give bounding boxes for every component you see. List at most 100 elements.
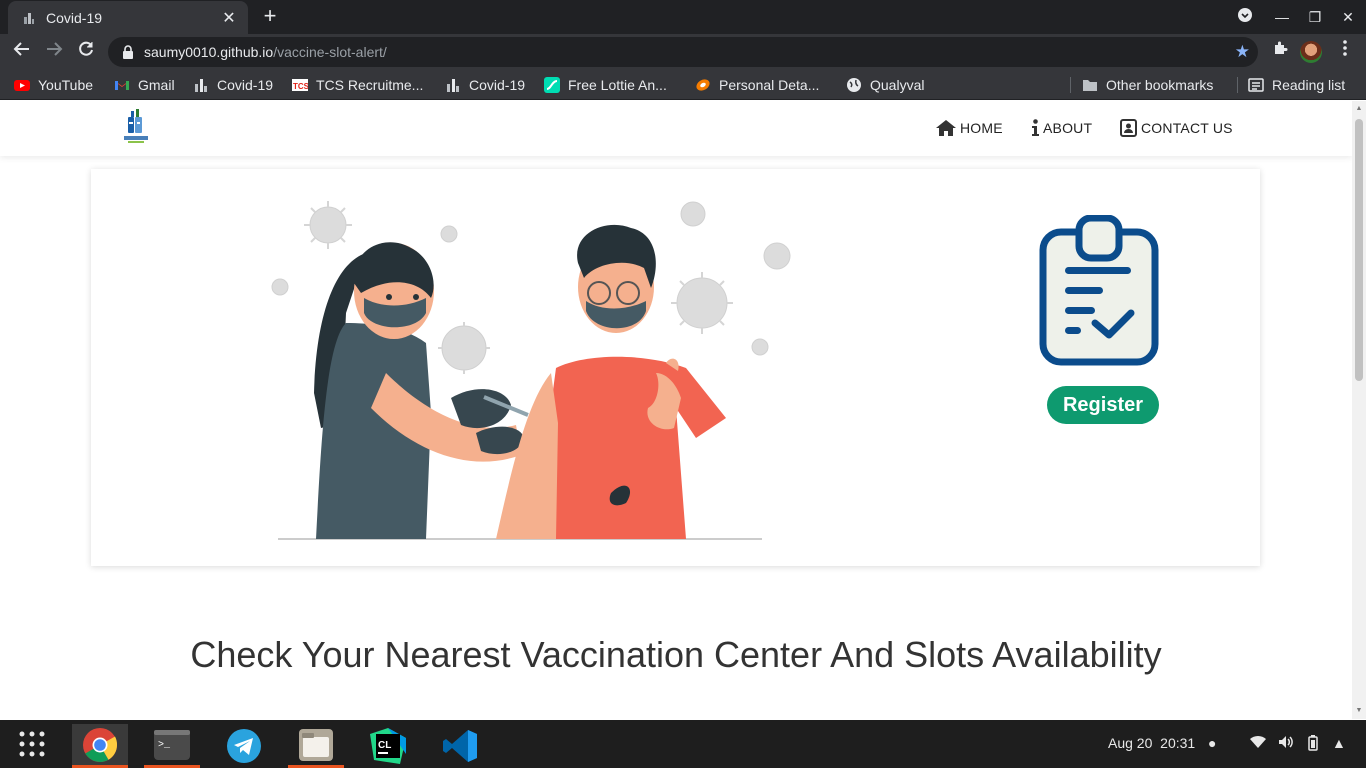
taskbar-telegram[interactable]: [216, 724, 272, 768]
taskbar-files[interactable]: [288, 724, 344, 768]
globe-icon: [847, 78, 861, 92]
bookmark-covid-1[interactable]: Covid-19: [193, 76, 273, 94]
bookmark-qualyval[interactable]: Qualyval: [846, 76, 924, 94]
svg-text:>_: >_: [158, 740, 171, 751]
chrome-icon: [83, 727, 118, 762]
bookmark-gmail[interactable]: Gmail: [114, 76, 175, 94]
scroll-thumb[interactable]: [1355, 119, 1363, 381]
bookmark-covid-2[interactable]: Covid-19: [445, 76, 525, 94]
bookmark-personal[interactable]: Personal Deta...: [695, 76, 819, 94]
hero-card: Register: [91, 169, 1260, 566]
nav-home-label: HOME: [960, 120, 1003, 136]
nav-contact-label: CONTACT US: [1141, 120, 1233, 136]
covid-favicon-icon: [24, 12, 34, 24]
clock-time: 20:31: [1160, 735, 1196, 751]
home-icon: [936, 120, 956, 136]
gmail-icon: [115, 81, 129, 90]
other-bookmarks-label: Other bookmarks: [1106, 77, 1214, 93]
tab-search-icon[interactable]: [1234, 6, 1256, 28]
nav-contact[interactable]: CONTACT US: [1120, 119, 1233, 137]
bookmark-label: Covid-19: [217, 77, 274, 93]
browser-tabstrip: Covid-19 ✕ + — ❐ ✕: [0, 0, 1366, 34]
bookmark-label: Gmail: [138, 77, 175, 93]
bookmarks-bar: YouTube Gmail Covid-19 TCS TCS Recruitme…: [0, 70, 1366, 100]
bookmark-label: TCS Recruitme...: [316, 77, 424, 93]
tab-title: Covid-19: [46, 9, 103, 26]
lottie-icon: [544, 77, 560, 93]
notification-dot-icon[interactable]: ●: [1208, 735, 1216, 751]
battery-icon[interactable]: [1308, 735, 1318, 754]
maximize-button[interactable]: ❐: [1304, 6, 1326, 28]
browser-toolbar: saumy0010.github.io/vaccine-slot-alert/ …: [0, 34, 1366, 70]
svg-text:CL: CL: [378, 740, 391, 751]
bookmark-label: Qualyval: [870, 77, 925, 93]
taskbar-clion[interactable]: CL: [360, 724, 416, 768]
bookmark-label: YouTube: [38, 77, 94, 93]
reload-icon[interactable]: [74, 40, 98, 64]
clock-date: Aug 20: [1108, 735, 1153, 751]
bookmark-lottie[interactable]: Free Lottie An...: [544, 76, 667, 94]
clipboard-check-icon: [1039, 215, 1159, 366]
folder-icon: [1083, 80, 1097, 91]
bookmark-star-icon[interactable]: ★: [1235, 42, 1250, 62]
personal-icon: [696, 79, 710, 91]
scroll-up-arrow-icon[interactable]: ▲: [1355, 105, 1363, 113]
reading-list-icon: [1248, 78, 1264, 92]
other-bookmarks[interactable]: Other bookmarks: [1082, 76, 1213, 94]
youtube-icon: [14, 80, 30, 91]
new-tab-button[interactable]: +: [258, 5, 282, 29]
taskbar-clock[interactable]: Aug 20 20:31: [1108, 735, 1195, 751]
terminal-icon: >_: [154, 729, 190, 760]
extensions-icon[interactable]: [1268, 40, 1292, 64]
nav-about-label: ABOUT: [1043, 120, 1093, 136]
reading-list-label: Reading list: [1272, 77, 1346, 93]
site-navbar: HOME ABOUT CONTACT US: [0, 101, 1352, 156]
bookmarks-separator: [1070, 77, 1071, 93]
taskbar-chrome[interactable]: [72, 724, 128, 768]
bookmark-label: Personal Deta...: [719, 77, 820, 93]
address-bar[interactable]: saumy0010.github.io/vaccine-slot-alert/ …: [108, 37, 1258, 67]
web-page: HOME ABOUT CONTACT US Register Check You…: [0, 101, 1352, 719]
system-menu-arrow-icon[interactable]: ▲: [1332, 735, 1346, 751]
back-arrow-icon[interactable]: [10, 40, 34, 64]
wifi-icon[interactable]: [1250, 735, 1266, 752]
tab-close-icon[interactable]: ✕: [220, 8, 238, 28]
vscode-icon: [443, 730, 477, 762]
reading-list[interactable]: Reading list: [1248, 76, 1345, 94]
lock-icon: [123, 45, 133, 59]
chrome-menu-icon[interactable]: [1333, 40, 1357, 64]
os-taskbar: >_ CL Aug 20 20:31 ● ▲: [0, 720, 1366, 768]
svg-text:TCS: TCS: [293, 82, 308, 91]
register-button[interactable]: Register: [1047, 386, 1159, 424]
info-icon: [1032, 119, 1039, 136]
nav-about[interactable]: ABOUT: [1031, 119, 1092, 137]
bookmarks-separator: [1237, 77, 1238, 93]
volume-icon[interactable]: [1278, 735, 1294, 752]
covid-icon: [447, 79, 459, 92]
site-logo[interactable]: [122, 109, 150, 145]
bookmark-tcs[interactable]: TCS TCS Recruitme...: [292, 76, 423, 94]
minimize-button[interactable]: —: [1271, 6, 1293, 28]
contact-icon: [1120, 119, 1137, 137]
files-icon: [299, 728, 333, 761]
page-heading: Check Your Nearest Vaccination Center An…: [190, 634, 1162, 675]
covid-icon: [195, 79, 207, 92]
profile-avatar[interactable]: [1300, 41, 1322, 63]
bookmark-label: Covid-19: [469, 77, 526, 93]
url-path: /vaccine-slot-alert/: [273, 44, 387, 60]
tcs-icon: TCS: [292, 79, 308, 91]
page-scrollbar[interactable]: ▲ ▼: [1352, 101, 1366, 719]
forward-arrow-icon[interactable]: [42, 40, 66, 64]
vaccination-illustration: [271, 201, 791, 540]
scroll-down-arrow-icon[interactable]: ▼: [1355, 707, 1363, 715]
url-host: saumy0010.github.io: [144, 44, 274, 60]
taskbar-vscode[interactable]: [432, 724, 488, 768]
taskbar-terminal[interactable]: >_: [144, 724, 200, 768]
clion-icon: CL: [370, 728, 406, 764]
window-close-button[interactable]: ✕: [1337, 6, 1359, 28]
nav-home[interactable]: HOME: [935, 119, 1003, 137]
browser-tab[interactable]: Covid-19 ✕: [8, 1, 248, 34]
app-grid-icon[interactable]: [18, 730, 46, 758]
bookmark-label: Free Lottie An...: [568, 77, 667, 93]
bookmark-youtube[interactable]: YouTube: [14, 76, 93, 94]
